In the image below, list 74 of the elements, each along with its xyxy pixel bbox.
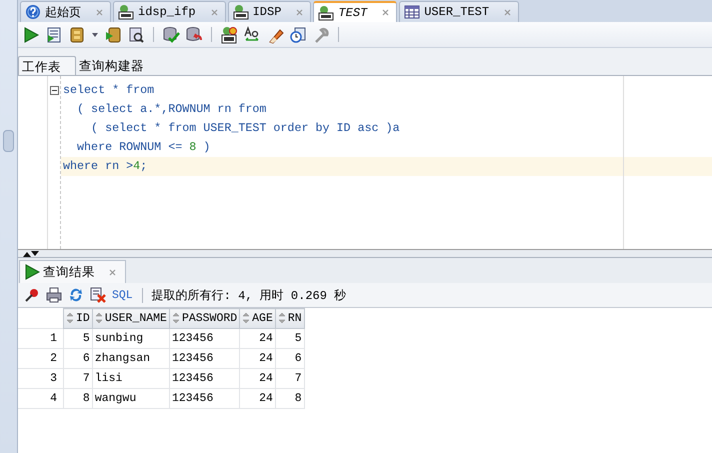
table-cell: 123456 (169, 368, 240, 388)
print-icon[interactable] (46, 287, 62, 303)
sql-add-icon[interactable] (220, 26, 238, 44)
row-number: 4 (18, 388, 64, 408)
table-cell: 8 (64, 388, 92, 408)
explain-icon[interactable] (127, 26, 145, 44)
sort-icon[interactable] (94, 312, 103, 324)
results-tab[interactable]: 查询结果 (19, 260, 126, 283)
column-header[interactable]: ID (64, 308, 92, 328)
sql-file-icon (318, 4, 334, 20)
code-line: ( select a.*,ROWNUM rn from (76, 101, 268, 118)
table-cell: 5 (275, 328, 304, 348)
column-header[interactable]: AGE (240, 308, 276, 328)
column-header[interactable]: RN (275, 308, 304, 328)
code-editor[interactable]: select * from ( select a.*,ROWNUM rn from ( select * from USER_TEST order by ID asc )a where ROWNUM <= 8 ) where rn >4; (18, 76, 712, 250)
database-icon[interactable] (68, 26, 86, 44)
table-cell: sunbing (92, 328, 170, 348)
sort-icon[interactable] (172, 312, 180, 324)
table-cell: 123456 (169, 328, 240, 348)
table-cell: 7 (64, 368, 92, 388)
code-line: where ROWNUM <= 8 ) (76, 139, 212, 156)
table-cell: 24 (240, 368, 276, 388)
rollback-icon[interactable] (185, 26, 203, 44)
document-tab[interactable]: IDSP (228, 1, 312, 22)
table-icon (404, 4, 420, 20)
fetch-status: 提取的所有行: 4, 用时 0.269 秒 (152, 288, 346, 304)
close-icon[interactable] (381, 8, 390, 17)
history-icon[interactable] (289, 26, 307, 44)
run-icon[interactable] (22, 26, 40, 44)
collapse-icon[interactable] (50, 86, 59, 95)
sort-icon[interactable] (66, 312, 74, 324)
column-header[interactable]: PASSWORD (169, 308, 240, 328)
table-cell: 5 (64, 328, 92, 348)
row-number: 1 (18, 328, 64, 348)
pin-icon[interactable] (24, 287, 40, 303)
table-cell: 24 (240, 328, 276, 348)
column-header[interactable]: USER_NAME (92, 308, 170, 328)
document-tab[interactable]: idsp_ifp (113, 1, 226, 22)
table-cell: 24 (240, 388, 276, 408)
table-cell: wangwu (92, 388, 170, 408)
document-tab[interactable]: TEST (313, 1, 398, 22)
table-cell: 6 (275, 348, 304, 368)
document-tab[interactable]: 起始页 (20, 1, 111, 22)
code-line: ( select * from USER_TEST order by ID asc )a (90, 120, 401, 137)
sql-link[interactable]: SQL (112, 288, 133, 302)
script-icon[interactable] (45, 26, 63, 44)
table-cell: 123456 (169, 388, 240, 408)
document-tab[interactable]: USER_TEST (399, 1, 520, 22)
debug-icon[interactable] (104, 26, 122, 44)
table-cell: 6 (64, 348, 92, 368)
close-icon[interactable] (108, 268, 117, 276)
table-cell: 123456 (169, 348, 240, 368)
refresh-icon[interactable] (68, 287, 84, 303)
table-cell: 7 (275, 368, 304, 388)
delete-icon[interactable] (90, 287, 106, 303)
sort-icon[interactable] (278, 312, 286, 324)
sql-file-icon (232, 4, 249, 20)
run-icon (24, 264, 40, 280)
table-cell: 24 (240, 348, 276, 368)
commit-icon[interactable] (162, 26, 180, 44)
view-tab[interactable]: 工作表 (18, 56, 76, 75)
row-number: 2 (18, 348, 64, 368)
text-case-icon[interactable] (243, 26, 261, 44)
sql-file-icon (118, 4, 134, 20)
help-icon (25, 4, 41, 20)
scrollbar[interactable] (3, 130, 14, 152)
view-tab[interactable]: 查询构建器 (76, 56, 152, 75)
table-cell: 8 (275, 388, 304, 408)
code-line: select * from (62, 82, 156, 99)
collapse-arrows-icon[interactable] (22, 250, 40, 256)
table-cell: zhangsan (92, 348, 170, 368)
table-cell: lisi (92, 368, 170, 388)
sort-icon[interactable] (242, 312, 250, 324)
row-number: 3 (18, 368, 64, 388)
